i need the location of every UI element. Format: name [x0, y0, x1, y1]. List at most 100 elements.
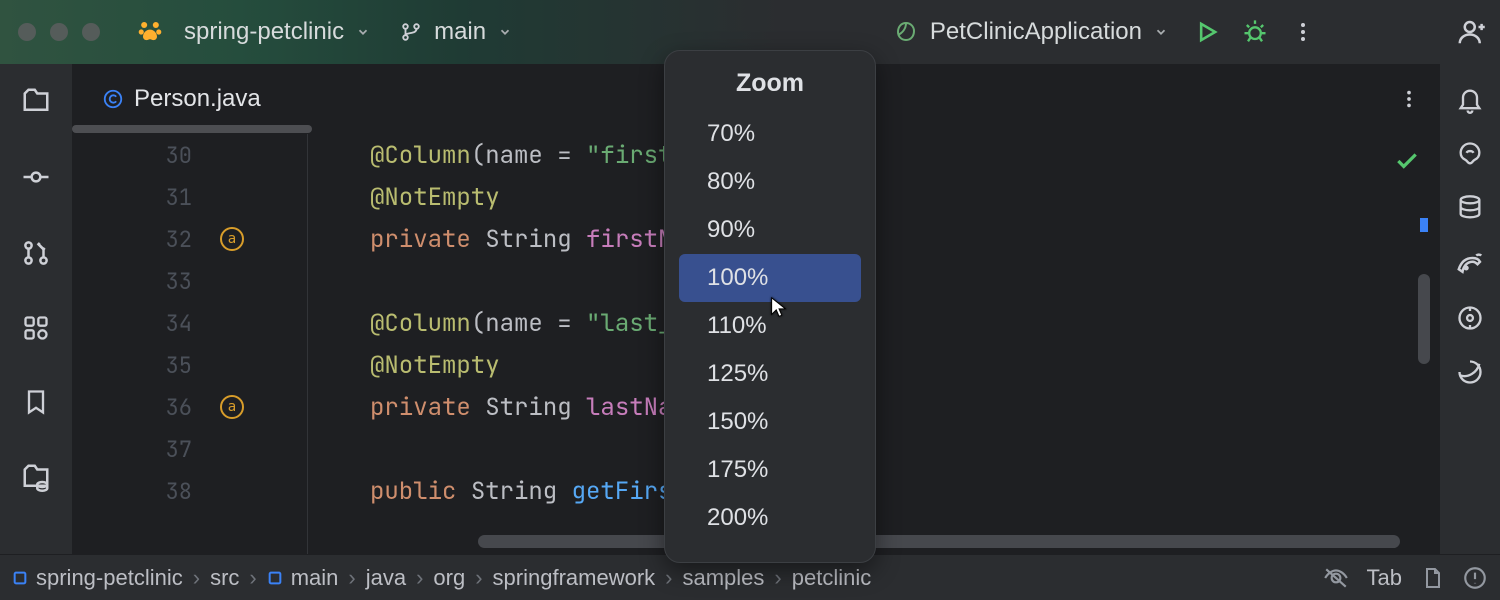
gutter-row: 33 [72, 260, 307, 302]
collab-icon[interactable] [1452, 13, 1490, 51]
gutter-row: 36a [72, 386, 307, 428]
zoom-option[interactable]: 70% [679, 110, 861, 158]
indent-label[interactable]: Tab [1367, 565, 1402, 591]
run-button[interactable] [1188, 13, 1226, 51]
gutter-row: 32 a [72, 218, 307, 260]
breadcrumb-item[interactable]: petclinic [792, 565, 871, 591]
line-number: 35 [72, 351, 212, 380]
zoom-option[interactable]: 125% [679, 350, 861, 398]
zoom-popup-title: Zoom [665, 63, 875, 110]
breadcrumb-separator-icon: › [774, 565, 781, 591]
project-name: spring-petclinic [184, 18, 344, 46]
breadcrumb-item[interactable]: springframework [493, 565, 656, 591]
window-controls [18, 23, 100, 41]
zoom-option[interactable]: 200% [679, 494, 861, 542]
breadcrumb-item[interactable]: spring-petclinic [12, 565, 183, 591]
line-number: 37 [72, 435, 212, 464]
breadcrumb-label: main [291, 565, 339, 591]
breadcrumb-separator-icon: › [475, 565, 482, 591]
line-number: 33 [72, 267, 212, 296]
minimize-window-icon[interactable] [50, 23, 68, 41]
zoom-option[interactable]: 150% [679, 398, 861, 446]
gradle-tool-icon[interactable] [1455, 248, 1485, 278]
structure-tool-icon[interactable] [22, 314, 50, 342]
sync-tool-icon[interactable] [1456, 304, 1484, 332]
chevron-down-icon [498, 25, 512, 39]
bookmarks-tool-icon[interactable] [22, 388, 50, 416]
editor-tab-options[interactable] [1398, 88, 1420, 110]
line-number: 34 [72, 309, 212, 338]
leaf-icon [894, 20, 918, 44]
breadcrumb-separator-icon: › [416, 565, 423, 591]
line-number: 38 [72, 477, 212, 506]
close-window-icon[interactable] [18, 23, 36, 41]
notifications-tool-icon[interactable] [1456, 86, 1484, 114]
breadcrumb-label: spring-petclinic [36, 565, 183, 591]
project-selector[interactable]: spring-petclinic [174, 12, 380, 52]
chevron-down-icon [356, 25, 370, 39]
breadcrumb-label: petclinic [792, 565, 871, 591]
commit-tool-icon[interactable] [21, 162, 51, 192]
breadcrumb-separator-icon: › [249, 565, 256, 591]
zoom-option[interactable]: 80% [679, 158, 861, 206]
gutter-mark: a [212, 227, 252, 251]
breadcrumb-label: springframework [493, 565, 656, 591]
gutter-row: 38 [72, 470, 307, 512]
class-icon [102, 88, 124, 110]
database-tool-icon[interactable] [1456, 194, 1484, 222]
breadcrumb-label: samples [682, 565, 764, 591]
file-type-icon[interactable] [1420, 566, 1444, 590]
gutter-row: 34 [72, 302, 307, 344]
spring-tool-icon[interactable] [1456, 358, 1484, 386]
gutter-row: 37 [72, 428, 307, 470]
horizontal-scrollbar[interactable] [478, 535, 1400, 548]
line-number: 31 [72, 183, 212, 212]
gutter-row: 30 [72, 134, 307, 176]
zoom-option[interactable]: 90% [679, 206, 861, 254]
gutter-mark: a [212, 395, 252, 419]
maximize-window-icon[interactable] [82, 23, 100, 41]
vertical-scrollbar[interactable] [1418, 274, 1430, 364]
chevron-down-icon [1154, 25, 1168, 39]
error-stripe-mark[interactable] [1420, 218, 1428, 232]
debug-button[interactable] [1236, 13, 1274, 51]
breadcrumb-item[interactable]: org [433, 565, 465, 591]
branch-icon [400, 21, 422, 43]
breadcrumb-label: org [433, 565, 465, 591]
ai-tool-icon[interactable] [1456, 140, 1484, 168]
line-number: 32 [72, 225, 212, 254]
tab-scrollbar[interactable] [72, 125, 312, 133]
tab-filename: Person.java [134, 85, 261, 113]
breadcrumb-separator-icon: › [193, 565, 200, 591]
breadcrumb-separator-icon: › [348, 565, 355, 591]
reader-mode-icon[interactable] [1323, 565, 1349, 591]
editor-gutter: 30 31 32 a 33 34 35 36a 37 38 [72, 134, 308, 554]
problems-icon[interactable] [1462, 565, 1488, 591]
zoom-option[interactable]: 100% [679, 254, 861, 302]
persistence-tool-icon[interactable] [21, 462, 51, 492]
inspections-ok-icon[interactable] [1394, 148, 1420, 174]
module-icon [267, 570, 283, 586]
editor-tab[interactable]: Person.java [90, 77, 273, 121]
status-bar-right: Tab [1323, 565, 1488, 591]
branch-selector[interactable]: main [390, 12, 522, 52]
branch-name: main [434, 18, 486, 46]
run-config-name: PetClinicApplication [930, 18, 1142, 46]
breadcrumb-label: src [210, 565, 239, 591]
breadcrumb-item[interactable]: main [267, 565, 339, 591]
author-mark-icon[interactable]: a [220, 395, 244, 419]
gutter-row: 31 [72, 176, 307, 218]
breadcrumb-item[interactable]: src [210, 565, 239, 591]
zoom-option[interactable]: 175% [679, 446, 861, 494]
project-icon [136, 18, 164, 46]
pull-request-tool-icon[interactable] [21, 238, 51, 268]
run-config-selector[interactable]: PetClinicApplication [884, 12, 1178, 52]
author-mark-icon[interactable]: a [220, 227, 244, 251]
project-tool-icon[interactable] [21, 86, 51, 116]
breadcrumb-item[interactable]: java [366, 565, 406, 591]
breadcrumb-item[interactable]: samples [682, 565, 764, 591]
breadcrumb-label: java [366, 565, 406, 591]
mouse-cursor-icon [768, 296, 790, 318]
breadcrumb-separator-icon: › [665, 565, 672, 591]
more-actions-button[interactable] [1284, 13, 1322, 51]
